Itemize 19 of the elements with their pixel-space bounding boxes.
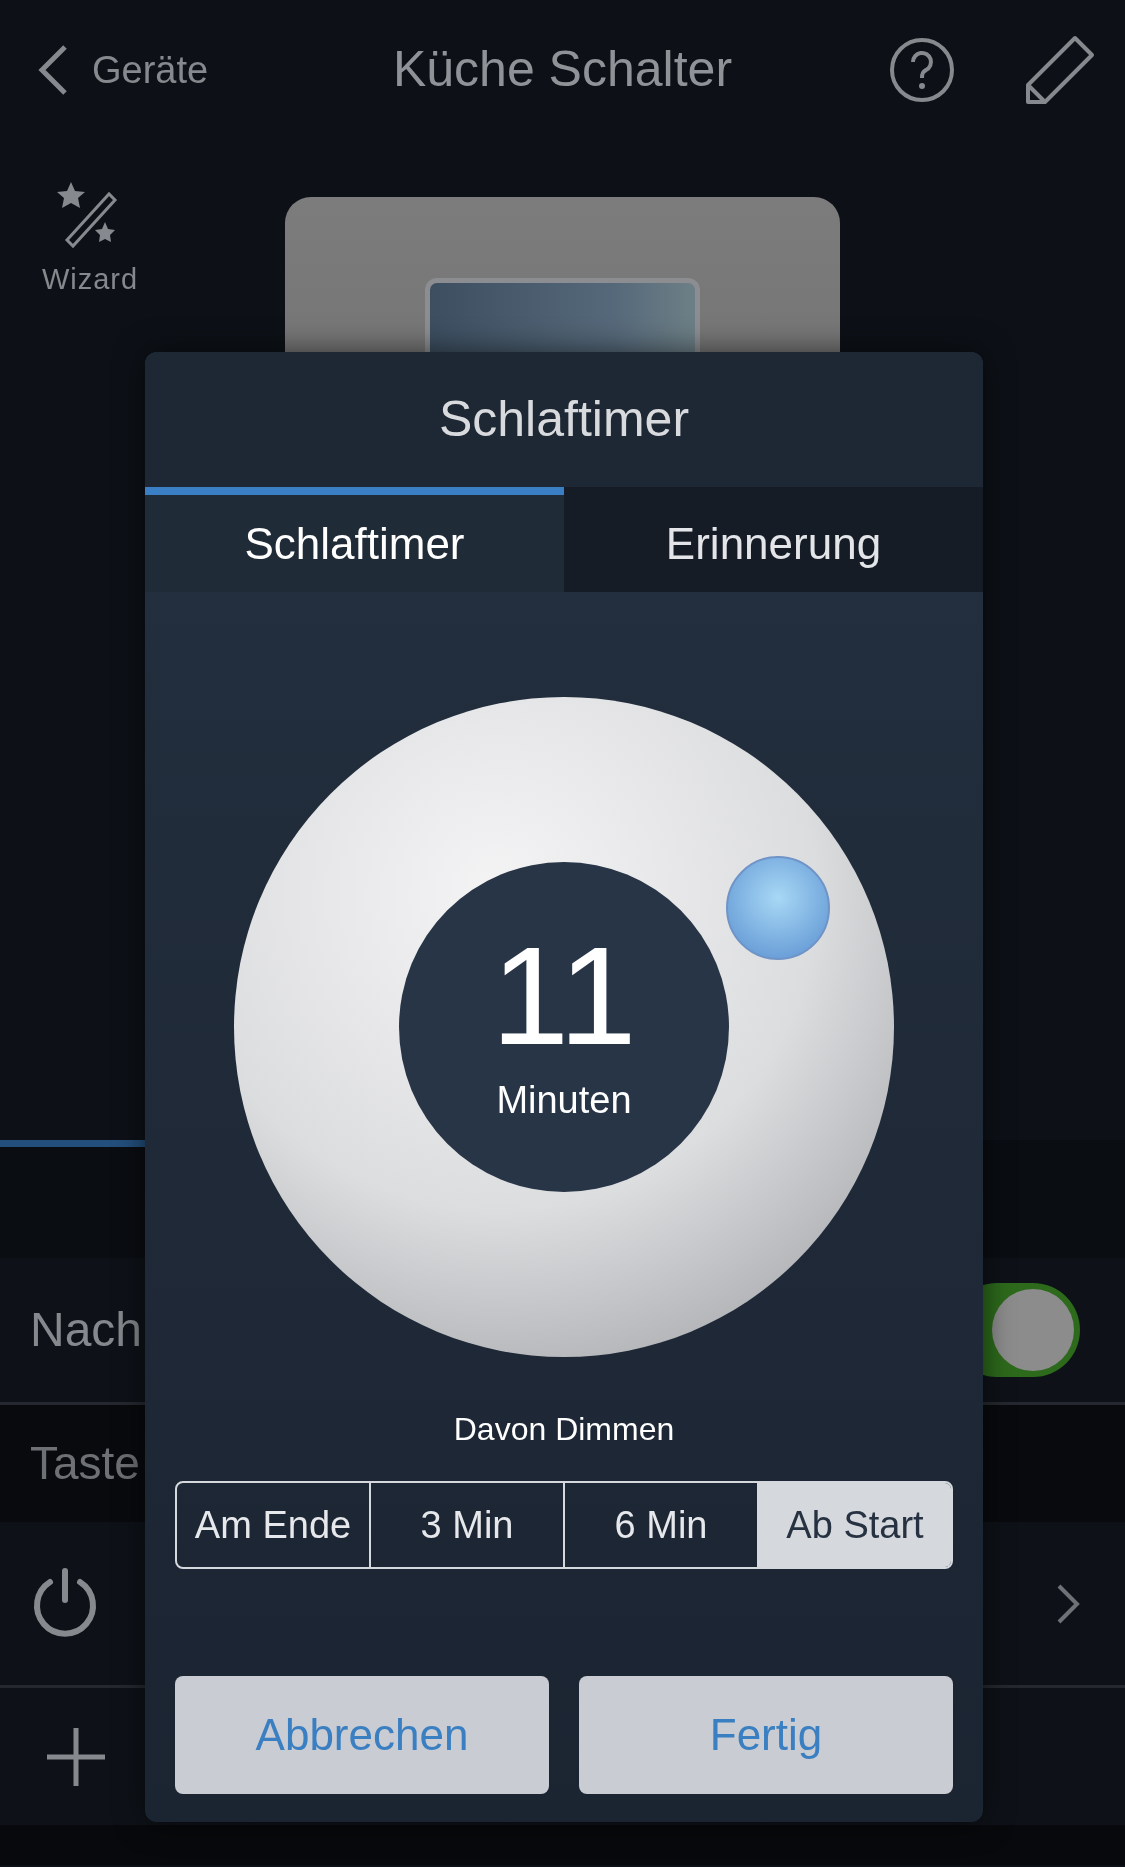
tab[interactable]: Schlaftimer — [145, 487, 564, 592]
timer-value: 11 — [491, 925, 637, 1066]
dimming-label: Davon Dimmen — [453, 1410, 675, 1449]
help-icon[interactable] — [889, 37, 955, 103]
dialog-title: Schlaftimer — [438, 390, 690, 449]
segment-option[interactable]: Am Ende — [177, 1483, 369, 1567]
segment-option[interactable]: 3 Min — [369, 1483, 563, 1567]
segment-option[interactable]: Ab Start — [757, 1483, 951, 1567]
wizard-label: Wizard — [41, 262, 139, 297]
timer-unit: Minuten — [496, 1077, 632, 1123]
plus-icon[interactable] — [45, 1725, 107, 1788]
chevron-left-icon — [38, 44, 68, 96]
pencil-icon[interactable] — [1025, 35, 1095, 105]
screen-title: Küche Schalter — [392, 41, 733, 97]
section-header: Taste — [30, 1436, 140, 1491]
back-button[interactable]: Geräte — [38, 41, 209, 99]
setting-label: Nach — [30, 1302, 143, 1358]
chevron-right-icon[interactable] — [1056, 1582, 1080, 1625]
tab[interactable]: Erinnerung — [564, 487, 983, 592]
